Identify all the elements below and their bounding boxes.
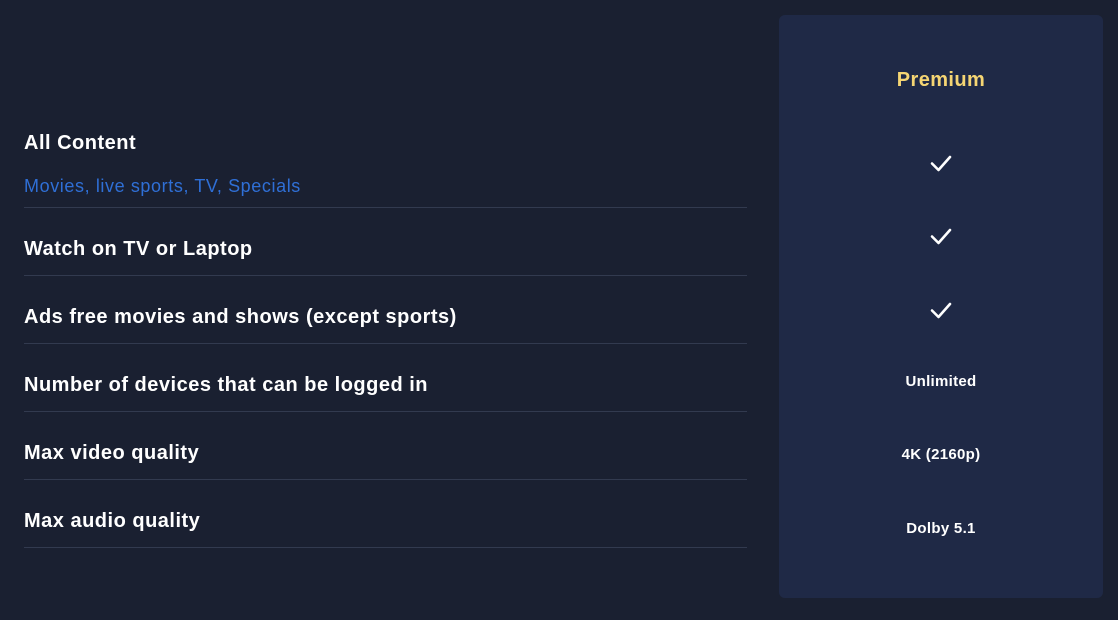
feature-title: Watch on TV or Laptop [24,238,253,260]
feature-title: Ads free movies and shows (except sports… [24,306,457,328]
plan-value-audio-quality: Dolby 5.1 [906,520,976,537]
feature-row-video-quality: Max video quality [24,412,747,480]
feature-title: Max video quality [24,442,200,464]
feature-row-audio-quality: Max audio quality [24,480,747,548]
check-icon [930,155,952,172]
check-icon [930,228,952,245]
feature-title: Number of devices that can be logged in [24,374,429,396]
plan-value-video-quality: 4K (2160p) [901,446,981,463]
plan-value-all-content [779,151,1103,179]
check-icon [930,302,952,319]
feature-title: All Content [24,132,137,154]
plan-value-devices: Unlimited [905,373,977,390]
feature-row-watch-on-tv: Watch on TV or Laptop [24,208,747,276]
feature-row-ads-free: Ads free movies and shows (except sports… [24,276,747,344]
feature-title: Max audio quality [24,510,201,532]
plan-value-watch-on-tv [779,224,1103,252]
plan-value-ads-free [779,298,1103,326]
feature-subtitle: Movies, live sports, TV, Specials [24,176,301,196]
feature-row-all-content: All Content Movies, live sports, TV, Spe… [24,118,747,208]
plan-comparison-page: All Content Movies, live sports, TV, Spe… [0,0,1118,620]
feature-row-devices: Number of devices that can be logged in [24,344,747,412]
plan-name: Premium [896,69,986,91]
premium-plan-card[interactable]: Premium Unlimited 4K (2160p) Dolby 5.1 [779,15,1103,598]
